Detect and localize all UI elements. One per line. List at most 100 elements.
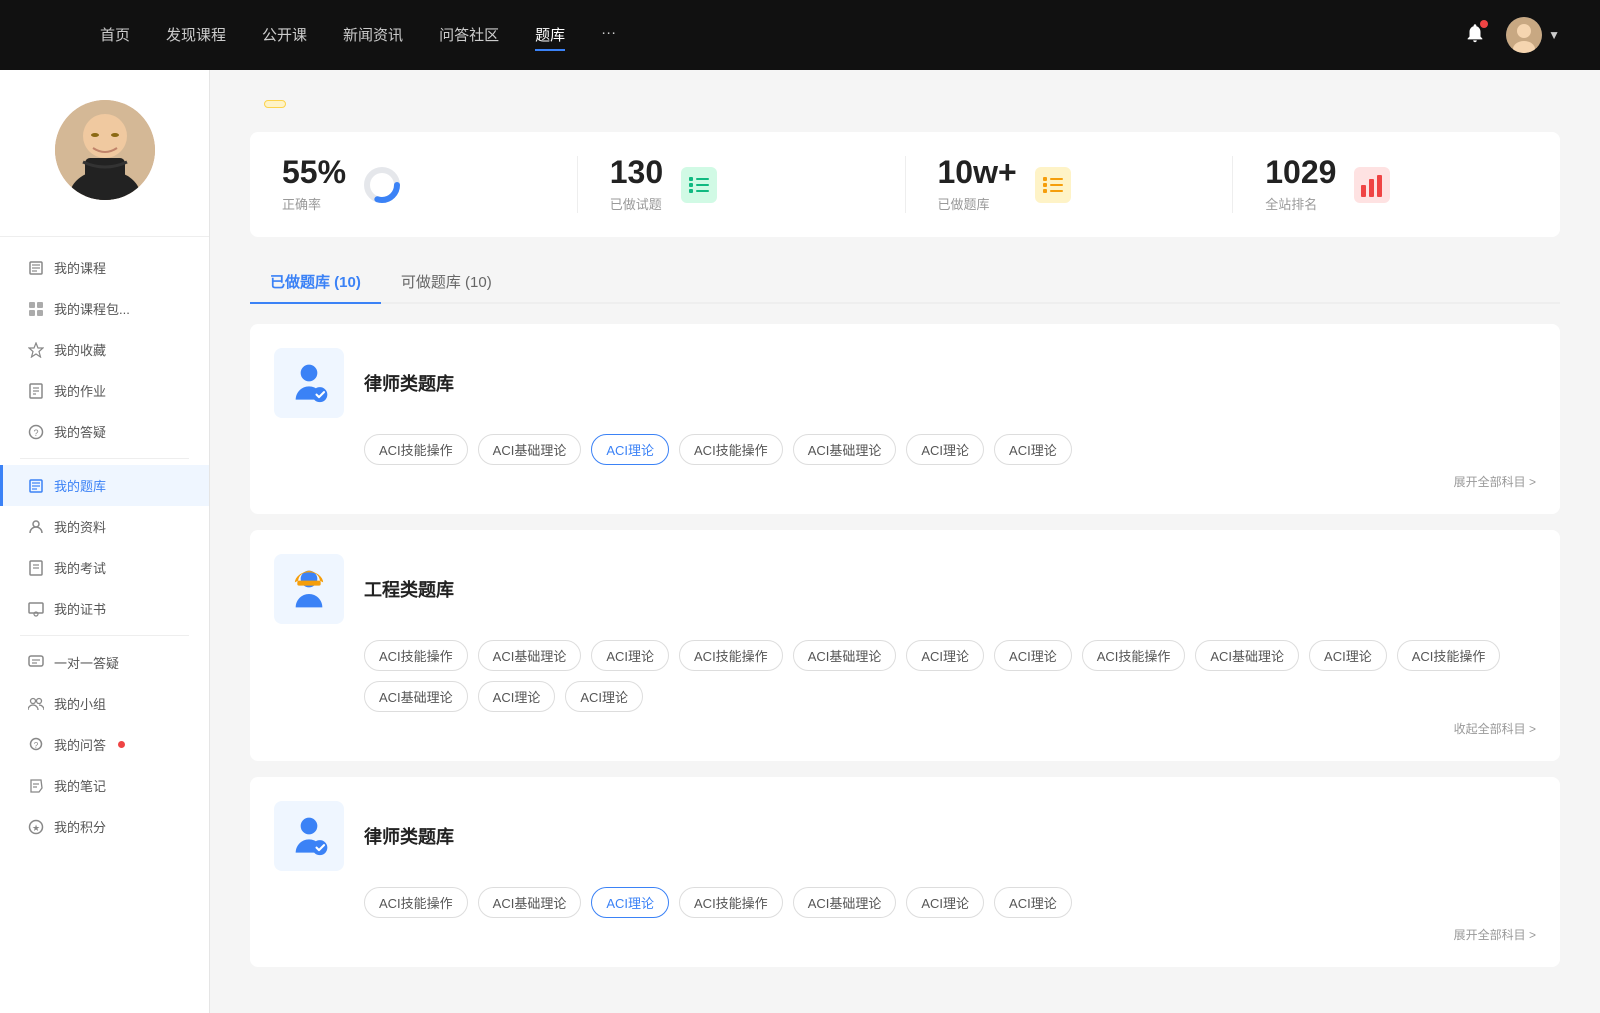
expand-link-0[interactable]: 展开全部科目 > <box>274 473 1536 490</box>
tags-row-1: ACI技能操作 ACI基础理论 ACI理论 ACI技能操作 ACI基础理论 ACI理论 AC… <box>274 640 1536 712</box>
tag-1-2[interactable]: ACI理论 <box>591 640 669 671</box>
star-icon <box>28 342 44 358</box>
tag-0-1[interactable]: ACI基础理论 <box>478 434 582 465</box>
tag-1-12[interactable]: ACI理论 <box>478 681 556 712</box>
tag-1-9[interactable]: ACI理论 <box>1309 640 1387 671</box>
tab-0[interactable]: 已做题库 (10) <box>250 261 381 304</box>
notification-bell[interactable] <box>1464 22 1486 49</box>
bank-card-header: 律师类题库 <box>274 348 1536 418</box>
stat-label: 全站排名 <box>1265 194 1336 213</box>
sidebar-item-star[interactable]: 我的收藏 <box>0 329 209 370</box>
tag-0-6[interactable]: ACI理论 <box>994 434 1072 465</box>
stat-item-0: 55% 正确率 <box>250 156 578 213</box>
group-icon <box>28 696 44 712</box>
tag-0-5[interactable]: ACI理论 <box>906 434 984 465</box>
tag-0-2[interactable]: ACI理论 <box>591 434 669 465</box>
tag-2-5[interactable]: ACI理论 <box>906 887 984 918</box>
tag-1-5[interactable]: ACI理论 <box>906 640 984 671</box>
sidebar-item-course[interactable]: 我的课程 <box>0 247 209 288</box>
stat-icon-2 <box>1033 165 1073 205</box>
sidebar-item-cert[interactable]: 我的证书 <box>0 588 209 629</box>
bank-cards: 律师类题库 ACI技能操作ACI基础理论ACI理论ACI技能操作ACI基础理论A… <box>250 324 1560 967</box>
stat-value: 1029 <box>1265 156 1336 188</box>
sidebar-item-label: 一对一答疑 <box>54 653 119 672</box>
user-avatar-menu[interactable]: ▼ <box>1506 17 1560 53</box>
tags-row-0: ACI技能操作 ACI基础理论 ACI理论 ACI技能操作 ACI基础理论 ACI理论 AC… <box>274 434 1536 465</box>
stat-text: 55% 正确率 <box>282 156 346 213</box>
tag-1-6[interactable]: ACI理论 <box>994 640 1072 671</box>
tag-0-0[interactable]: ACI技能操作 <box>364 434 468 465</box>
tag-2-0[interactable]: ACI技能操作 <box>364 887 468 918</box>
tag-1-7[interactable]: ACI技能操作 <box>1082 640 1186 671</box>
sidebar-item-label: 我的资料 <box>54 517 106 536</box>
sidebar-item-homework[interactable]: 我的作业 <box>0 370 209 411</box>
points-icon: ★ <box>28 819 44 835</box>
tag-2-1[interactable]: ACI基础理论 <box>478 887 582 918</box>
stat-value: 10w+ <box>938 156 1017 188</box>
sidebar-item-tutor[interactable]: 一对一答疑 <box>0 642 209 683</box>
sidebar-item-data[interactable]: 我的资料 <box>0 506 209 547</box>
page-wrap: 我的课程 我的课程包... 我的收藏 我的作业 ? 我的答疑 我的题库 我的资料… <box>0 70 1600 1013</box>
tag-1-13[interactable]: ACI理论 <box>565 681 643 712</box>
sidebar-menu: 我的课程 我的课程包... 我的收藏 我的作业 ? 我的答疑 我的题库 我的资料… <box>0 247 209 847</box>
sidebar-item-package[interactable]: 我的课程包... <box>0 288 209 329</box>
stat-item-2: 10w+ 已做题库 <box>906 156 1234 213</box>
nav-menu: 首页 发现课程 公开课 新闻资讯 问答社区 题库 ··· <box>100 20 1444 51</box>
sidebar-divider <box>20 635 189 636</box>
menu-badge <box>118 741 125 748</box>
bank-icon-2 <box>274 801 344 871</box>
tab-1[interactable]: 可做题库 (10) <box>381 261 512 304</box>
sidebar-item-points[interactable]: ★ 我的积分 <box>0 806 209 847</box>
stat-item-3: 1029 全站排名 <box>1233 156 1560 213</box>
sidebar-item-label: 我的问答 <box>54 735 106 754</box>
tag-2-3[interactable]: ACI技能操作 <box>679 887 783 918</box>
sidebar-item-label: 我的作业 <box>54 381 106 400</box>
tag-1-3[interactable]: ACI技能操作 <box>679 640 783 671</box>
tag-2-6[interactable]: ACI理论 <box>994 887 1072 918</box>
svg-text:?: ? <box>34 741 39 750</box>
homework-icon <box>28 383 44 399</box>
tag-2-2[interactable]: ACI理论 <box>591 887 669 918</box>
sidebar-item-bank[interactable]: 我的题库 <box>0 465 209 506</box>
nav-item[interactable]: 公开课 <box>262 20 307 51</box>
tag-1-10[interactable]: ACI技能操作 <box>1397 640 1501 671</box>
tag-1-0[interactable]: ACI技能操作 <box>364 640 468 671</box>
tag-0-3[interactable]: ACI技能操作 <box>679 434 783 465</box>
bank-title-2: 律师类题库 <box>364 823 454 849</box>
tag-0-4[interactable]: ACI基础理论 <box>793 434 897 465</box>
cert-icon <box>28 601 44 617</box>
nav-item[interactable]: 问答社区 <box>439 20 499 51</box>
tags-row-2: ACI技能操作 ACI基础理论 ACI理论 ACI技能操作 ACI基础理论 ACI理论 AC… <box>274 887 1536 918</box>
tag-2-4[interactable]: ACI基础理论 <box>793 887 897 918</box>
nav-item[interactable]: 发现课程 <box>166 20 226 51</box>
sidebar-item-label: 我的积分 <box>54 817 106 836</box>
notification-dot <box>1480 20 1488 28</box>
stats-row: 55% 正确率 130 已做试题 10w+ 已做题库 1029 全站排名 <box>250 132 1560 237</box>
stat-icon-1 <box>679 165 719 205</box>
main-content: 55% 正确率 130 已做试题 10w+ 已做题库 1029 全站排名 已做题… <box>210 70 1600 1013</box>
tag-1-1[interactable]: ACI基础理论 <box>478 640 582 671</box>
sidebar-item-label: 我的收藏 <box>54 340 106 359</box>
data-icon <box>28 519 44 535</box>
question-icon: ? <box>28 424 44 440</box>
sidebar-item-label: 我的证书 <box>54 599 106 618</box>
nav-item[interactable]: ··· <box>601 20 616 51</box>
nav-item[interactable]: 新闻资讯 <box>343 20 403 51</box>
nav-item[interactable]: 首页 <box>100 20 130 51</box>
expand-link-2[interactable]: 展开全部科目 > <box>274 926 1536 943</box>
nav-item[interactable]: 题库 <box>535 20 565 51</box>
sidebar-item-label: 我的课程 <box>54 258 106 277</box>
sidebar-item-exam[interactable]: 我的考试 <box>0 547 209 588</box>
sidebar-item-qa[interactable]: ? 我的问答 <box>0 724 209 765</box>
sidebar-item-label: 我的考试 <box>54 558 106 577</box>
expand-link-1[interactable]: 收起全部科目 > <box>274 720 1536 737</box>
sidebar-item-question[interactable]: ? 我的答疑 <box>0 411 209 452</box>
stat-icon-0 <box>362 165 402 205</box>
tag-1-8[interactable]: ACI基础理论 <box>1195 640 1299 671</box>
sidebar-item-note[interactable]: 我的笔记 <box>0 765 209 806</box>
tag-1-4[interactable]: ACI基础理论 <box>793 640 897 671</box>
stat-label: 已做题库 <box>938 194 1017 213</box>
tag-1-11[interactable]: ACI基础理论 <box>364 681 468 712</box>
sidebar-item-group[interactable]: 我的小组 <box>0 683 209 724</box>
sidebar-item-label: 我的课程包... <box>54 299 130 318</box>
